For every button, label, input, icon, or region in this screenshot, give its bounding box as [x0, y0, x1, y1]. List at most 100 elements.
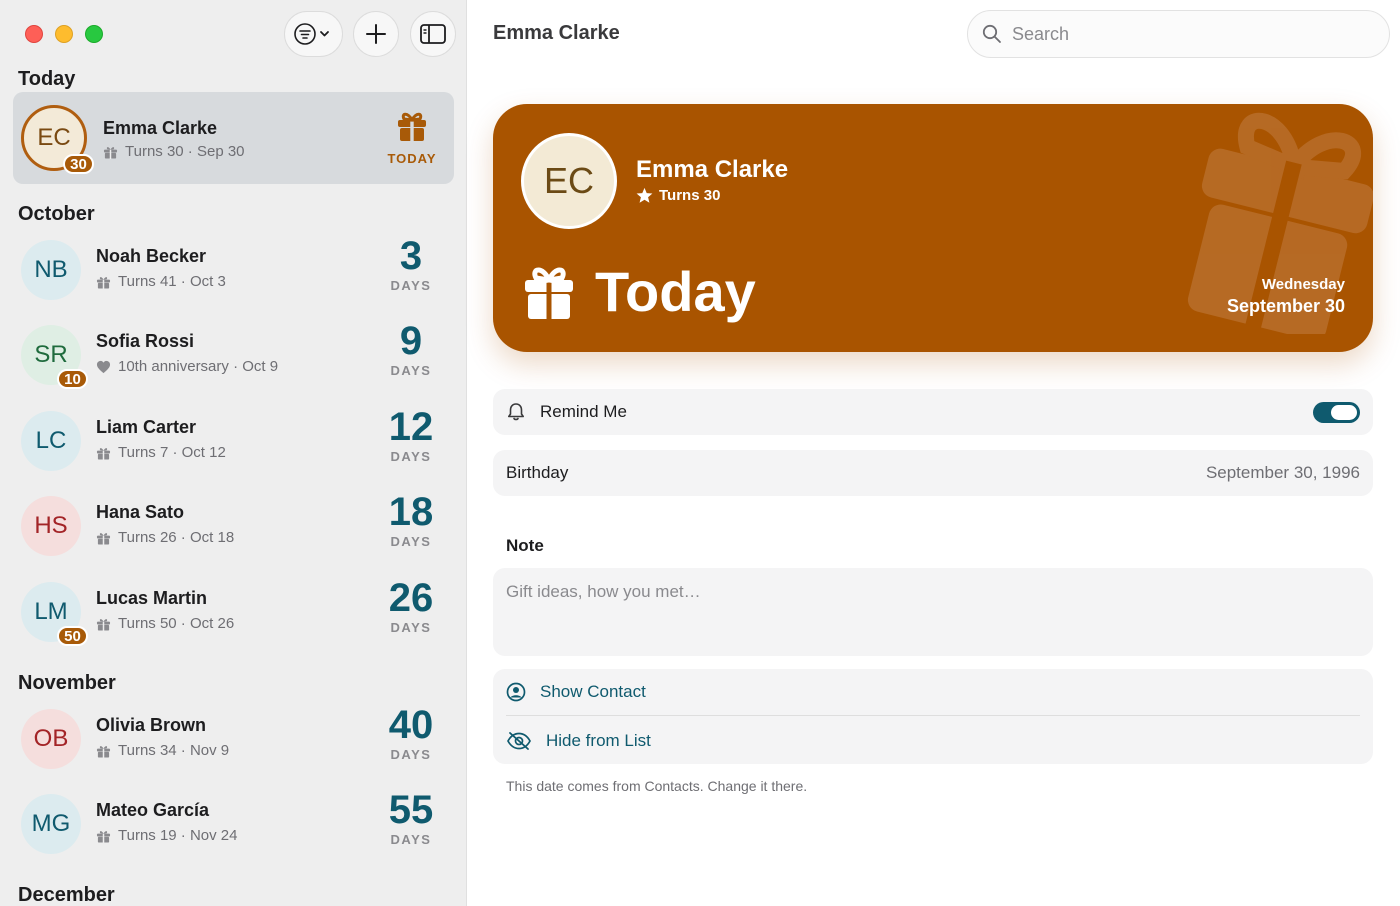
days-countdown: 18 DAYS: [376, 490, 446, 549]
show-contact-button[interactable]: Show Contact: [506, 669, 1360, 716]
list-item-mateo-garcia[interactable]: MG Mateo García Turns 19 · Nov 24 55 DAY…: [13, 778, 454, 870]
contact-detail: Turns 19 · Nov 24: [96, 827, 238, 844]
contact-name: Sofia Rossi: [96, 331, 195, 351]
avatar-initials: SR: [34, 341, 68, 368]
avatar-initials: HS: [34, 512, 68, 539]
gift-icon: [96, 532, 111, 545]
contact-name: Lucas Martin: [96, 588, 208, 608]
contact-detail-text: Turns 30 · Sep 30: [125, 143, 245, 160]
zoom-window-button[interactable]: [85, 25, 103, 43]
birthday-label: Birthday: [506, 463, 569, 482]
remind-me-label: Remind Me: [540, 402, 627, 421]
list-item-lucas-martin[interactable]: LM 50 Lucas Martin Turns 50 · Oct 26 26 …: [13, 566, 454, 658]
list-item-sofia-rossi[interactable]: SR 10 Sofia Rossi 10th anniversary · Oct…: [13, 309, 454, 401]
gift-icon: [96, 276, 111, 289]
contact-name: Liam Carter: [96, 417, 197, 437]
close-window-button[interactable]: [25, 25, 43, 43]
days-number: 18: [388, 490, 434, 534]
avatar-initials: OB: [33, 725, 69, 752]
days-countdown: 3 DAYS: [376, 234, 446, 293]
gift-icon: [96, 830, 111, 843]
days-label: DAYS: [390, 278, 432, 293]
contact-detail-text: Turns 26 · Oct 18: [118, 529, 235, 546]
list-item-hana-sato[interactable]: HS Hana Sato Turns 26 · Oct 18 18 DAYS: [13, 480, 454, 572]
contact-detail-text: Turns 41 · Oct 3: [118, 273, 226, 290]
person-circle-icon: [506, 682, 526, 702]
hide-from-list-label: Hide from List: [546, 730, 651, 750]
contact-detail-text: Turns 50 · Oct 26: [118, 615, 235, 632]
hero-name: Emma Clarke: [636, 156, 789, 183]
star-icon: [636, 187, 653, 203]
hero-date: Wednesday September 30: [1227, 276, 1345, 317]
contact-detail: Turns 41 · Oct 3: [96, 273, 226, 290]
days-number: 9: [399, 319, 423, 363]
list-item-emma-clarke[interactable]: EC 30 Emma Clarke Turns 30 · Sep 30 TODA…: [13, 92, 454, 184]
contact-detail-text: Turns 7 · Oct 12: [118, 444, 226, 461]
actions-card: Show Contact Hide from List: [493, 669, 1373, 764]
days-countdown: 55 DAYS: [376, 788, 446, 847]
days-number: 26: [388, 576, 434, 620]
search-input[interactable]: [1012, 23, 1352, 45]
filter-menu-button[interactable]: [284, 11, 343, 57]
hero-weekday: Wednesday: [1261, 276, 1345, 293]
days-label: DAYS: [390, 747, 432, 762]
sidebar-toggle-icon: [420, 24, 446, 44]
contact-detail-text: Turns 19 · Nov 24: [118, 827, 238, 844]
today-indicator: TODAY: [382, 110, 442, 166]
anniversary-badge: 10: [57, 369, 88, 389]
avatar: HS: [21, 496, 81, 556]
avatar: LC: [21, 411, 81, 471]
window-title: Emma Clarke: [493, 22, 620, 44]
bell-icon: [508, 403, 524, 421]
avatar-initials: LC: [35, 427, 67, 454]
plus-icon: [366, 24, 386, 44]
section-november-title: November: [18, 672, 116, 694]
search-icon: [982, 24, 1001, 43]
gift-icon: [525, 267, 573, 319]
avatar-initials: LM: [34, 598, 68, 625]
avatar-initials: NB: [34, 256, 68, 283]
remind-me-toggle[interactable]: [1313, 402, 1360, 423]
toggle-sidebar-button[interactable]: [410, 11, 456, 57]
today-label: TODAY: [387, 151, 437, 166]
hero-date-text: September 30: [1226, 296, 1345, 316]
section-october-title: October: [18, 203, 95, 225]
gift-icon: [96, 745, 111, 758]
add-button[interactable]: [353, 11, 399, 57]
contact-name: Emma Clarke: [103, 118, 218, 138]
avatar: MG: [21, 794, 81, 854]
list-item-liam-carter[interactable]: LC Liam Carter Turns 7 · Oct 12 12 DAYS: [13, 395, 454, 487]
hero-headline-text: Today: [595, 260, 756, 323]
avatar: NB: [21, 240, 81, 300]
contact-name: Hana Sato: [96, 502, 185, 522]
days-countdown: 26 DAYS: [376, 576, 446, 635]
note-textarea[interactable]: [506, 582, 1360, 642]
remind-me-row: Remind Me: [493, 389, 1373, 435]
days-number: 12: [388, 405, 434, 449]
days-label: DAYS: [390, 449, 432, 464]
note-card: [493, 568, 1373, 656]
gift-icon: [96, 447, 111, 460]
age-badge: 30: [63, 154, 94, 174]
minimize-window-button[interactable]: [55, 25, 73, 43]
days-countdown: 40 DAYS: [376, 703, 446, 762]
birthday-row: Birthday September 30, 1996: [493, 450, 1373, 496]
days-number: 40: [388, 703, 434, 747]
hide-from-list-button[interactable]: Hide from List: [506, 717, 1360, 764]
contact-detail-text: Turns 34 · Nov 9: [118, 742, 230, 759]
toggle-knob: [1331, 405, 1357, 420]
contact-name: Noah Becker: [96, 246, 207, 266]
days-label: DAYS: [390, 534, 432, 549]
gift-icon: [96, 618, 111, 631]
days-number: 3: [399, 234, 423, 278]
section-december-title: December: [18, 884, 115, 906]
list-item-olivia-brown[interactable]: OB Olivia Brown Turns 34 · Nov 9 40 DAYS: [13, 693, 454, 785]
list-item-noah-becker[interactable]: NB Noah Becker Turns 41 · Oct 3 3 DAYS: [13, 224, 454, 316]
hero-avatar-initials: EC: [543, 160, 594, 201]
search-field[interactable]: [967, 10, 1390, 58]
days-label: DAYS: [390, 620, 432, 635]
contact-name: Mateo García: [96, 800, 210, 820]
hero-milestone-text: Turns 30: [659, 187, 721, 204]
eye-slash-icon: [507, 731, 531, 750]
avatar-initials: MG: [31, 810, 71, 837]
